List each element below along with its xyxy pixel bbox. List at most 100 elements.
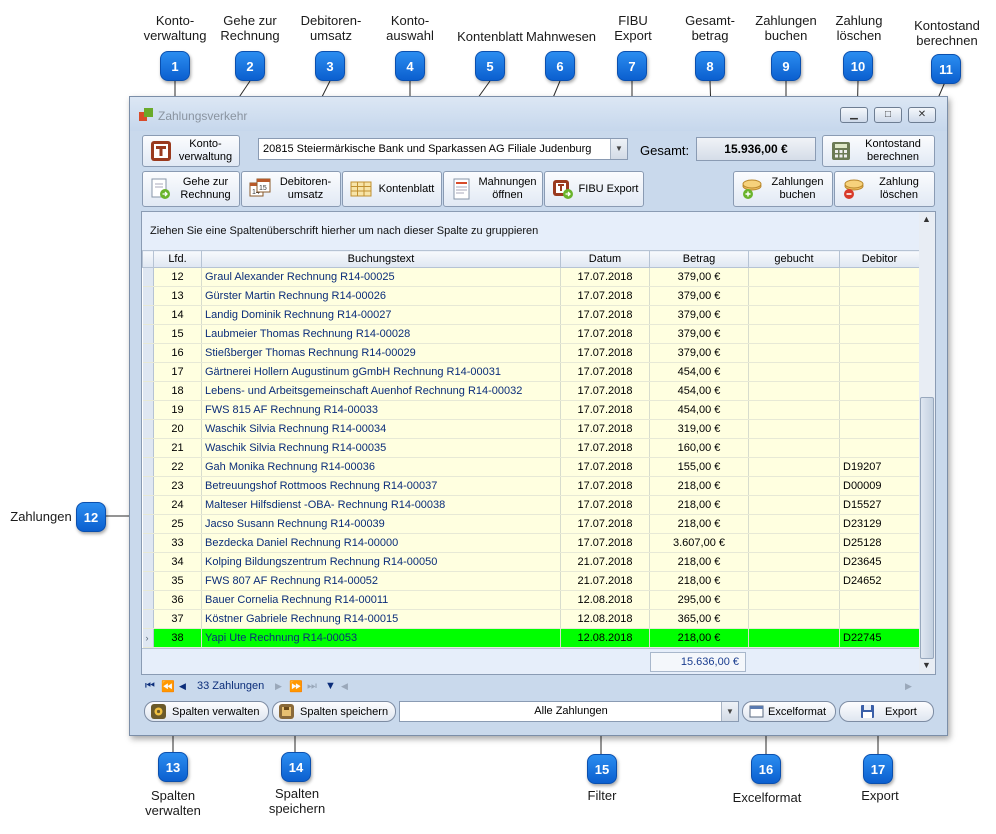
table-row[interactable]: 22 Gah Monika Rechnung R14-00036 17.07.201… bbox=[142, 457, 920, 477]
last-record-icon[interactable]: ⏭ bbox=[307, 680, 317, 693]
table-row[interactable]: 35 FWS 807 AF Rechnung R14-00052 21.07.201… bbox=[142, 571, 920, 591]
cell-buchungstext: Graul Alexander Rechnung R14-00025 bbox=[201, 267, 561, 287]
cell-debitor: D22745 bbox=[839, 628, 920, 648]
table-row[interactable]: 18 Lebens- und Arbeitsgemeinschaft Auenho… bbox=[142, 381, 920, 401]
cell-debitor: D24652 bbox=[839, 571, 920, 591]
table-row[interactable]: 17 Gärtnerei Hollern Augustinum gGmbH Rec… bbox=[142, 362, 920, 382]
cell-betrag: 454,00 € bbox=[649, 362, 749, 382]
column-header-datum[interactable]: Datum bbox=[560, 250, 650, 268]
first-record-icon[interactable]: ⏮ bbox=[145, 680, 155, 693]
column-header-betrag[interactable]: Betrag bbox=[649, 250, 749, 268]
spalten-speichern-button[interactable]: Spalten speichern bbox=[272, 701, 396, 722]
cell-gebucht bbox=[748, 305, 840, 325]
kontostand-label: Kontostand berechnen bbox=[865, 138, 921, 163]
table-row[interactable]: 13 Gürster Martin Rechnung R14-00026 17.07… bbox=[142, 286, 920, 306]
callout-label-1: Konto- verwaltung bbox=[143, 13, 207, 43]
column-header-gebucht[interactable]: gebucht bbox=[748, 250, 840, 268]
zahlung-loeschen-button[interactable]: Zahlung löschen bbox=[834, 171, 935, 207]
table-row[interactable]: 24 Malteser Hilfsdienst -OBA- Rechnung R1… bbox=[142, 495, 920, 515]
table-row[interactable]: 34 Kolping Bildungszentrum Rechnung R14-0… bbox=[142, 552, 920, 572]
excelformat-button[interactable]: Excelformat bbox=[742, 701, 836, 722]
spalten-speichern-label: Spalten speichern bbox=[300, 705, 389, 718]
cell-datum: 17.07.2018 bbox=[560, 476, 650, 496]
table-row[interactable]: 37 Köstner Gabriele Rechnung R14-00015 12.… bbox=[142, 609, 920, 629]
cell-buchungstext: Jacso Susann Rechnung R14-00039 bbox=[201, 514, 561, 534]
close-button[interactable]: ✕ bbox=[908, 107, 936, 123]
column-header-debitor[interactable]: Debitor bbox=[839, 250, 920, 268]
minimize-button[interactable]: ▁ bbox=[840, 107, 868, 123]
cell-datum: 17.07.2018 bbox=[560, 305, 650, 325]
cell-buchungstext: Malteser Hilfsdienst -OBA- Rechnung R14-… bbox=[201, 495, 561, 515]
table-header-row: Lfd. Buchungstext Datum Betrag gebucht D… bbox=[142, 250, 920, 268]
callout-badge-1: 1 bbox=[160, 51, 190, 81]
table-row[interactable]: › 38 Yapi Ute Rechnung R14-00053 12.08.2018… bbox=[142, 628, 920, 648]
column-header-lfd[interactable]: Lfd. bbox=[153, 250, 202, 268]
maximize-button[interactable]: □ bbox=[874, 107, 902, 123]
spalten-verwalten-button[interactable]: Spalten verwalten bbox=[144, 701, 269, 722]
hscroll-left-icon[interactable]: ◀ bbox=[341, 681, 348, 692]
cell-datum: 17.07.2018 bbox=[560, 533, 650, 553]
row-indicator bbox=[142, 590, 154, 610]
cell-buchungstext: Waschik Silvia Rechnung R14-00035 bbox=[201, 438, 561, 458]
export-button[interactable]: Export bbox=[839, 701, 934, 722]
konto-select[interactable]: 20815 Steiermärkische Bank und Sparkasse… bbox=[258, 138, 628, 160]
row-indicator bbox=[142, 552, 154, 572]
table-row[interactable]: 21 Waschik Silvia Rechnung R14-00035 17.07… bbox=[142, 438, 920, 458]
zahlungen-table: Lfd. Buchungstext Datum Betrag gebucht D… bbox=[142, 250, 920, 648]
kontoverwaltung-button[interactable]: Konto- verwaltung bbox=[142, 135, 240, 167]
cell-lfd: 34 bbox=[153, 552, 202, 572]
callout-badge-11: 11 bbox=[931, 54, 961, 84]
table-row[interactable]: 12 Graul Alexander Rechnung R14-00025 17.0… bbox=[142, 267, 920, 287]
callout-badge-16: 16 bbox=[751, 754, 781, 784]
cell-lfd: 12 bbox=[153, 267, 202, 287]
row-indicator bbox=[142, 419, 154, 439]
group-by-area[interactable]: Ziehen Sie eine Spaltenüberschrift hierh… bbox=[142, 212, 919, 250]
scroll-up-icon[interactable]: ▲ bbox=[922, 214, 931, 224]
cell-gebucht bbox=[748, 628, 840, 648]
table-row[interactable]: 15 Laubmeier Thomas Rechnung R14-00028 17.… bbox=[142, 324, 920, 344]
next-record-icon[interactable]: ▶ bbox=[275, 681, 282, 692]
kontenblatt-button[interactable]: Kontenblatt bbox=[342, 171, 442, 207]
filter-select[interactable]: Alle Zahlungen ▼ bbox=[399, 701, 739, 722]
prev-page-icon[interactable]: ⏪ bbox=[161, 680, 175, 693]
kontostand-berechnen-button[interactable]: Kontostand berechnen bbox=[822, 135, 935, 167]
title-bar[interactable]: Zahlungsverkehr ▁ □ ✕ bbox=[130, 97, 947, 131]
row-indicator bbox=[142, 343, 154, 363]
vertical-scrollbar[interactable]: ▲ ▼ bbox=[919, 212, 935, 674]
dropdown-arrow-icon[interactable]: ▼ bbox=[610, 139, 627, 159]
debitorenumsatz-button[interactable]: 14 15 Debitoren- umsatz bbox=[241, 171, 341, 207]
cell-gebucht bbox=[748, 400, 840, 420]
table-row[interactable]: 36 Bauer Cornelia Rechnung R14-00011 12.08… bbox=[142, 590, 920, 610]
cell-datum: 21.07.2018 bbox=[560, 552, 650, 572]
fibu-export-button[interactable]: FIBU Export bbox=[544, 171, 644, 207]
column-header-buchungstext[interactable]: Buchungstext bbox=[201, 250, 561, 268]
table-row[interactable]: 19 FWS 815 AF Rechnung R14-00033 17.07.201… bbox=[142, 400, 920, 420]
scrollbar-thumb[interactable] bbox=[920, 397, 934, 659]
table-row[interactable]: 16 Stießberger Thomas Rechnung R14-00029 1… bbox=[142, 343, 920, 363]
cell-lfd: 19 bbox=[153, 400, 202, 420]
table-row[interactable]: 23 Betreuungshof Rottmoos Rechnung R14-00… bbox=[142, 476, 920, 496]
scroll-down-icon[interactable]: ▼ bbox=[922, 660, 931, 670]
prev-record-icon[interactable]: ◀ bbox=[179, 681, 186, 692]
table-row[interactable]: 33 Bezdecka Daniel Rechnung R14-00000 17.0… bbox=[142, 533, 920, 553]
callout-badge-4: 4 bbox=[395, 51, 425, 81]
gehe-zur-rechnung-button[interactable]: Gehe zur Rechnung bbox=[142, 171, 240, 207]
mahnungen-oeffnen-button[interactable]: Mahnungen öffnen bbox=[443, 171, 543, 207]
filter-dropdown-arrow-icon[interactable]: ▼ bbox=[721, 702, 738, 721]
table-row[interactable]: 25 Jacso Susann Rechnung R14-00039 17.07.2… bbox=[142, 514, 920, 534]
cell-betrag: 454,00 € bbox=[649, 400, 749, 420]
cell-buchungstext: Gah Monika Rechnung R14-00036 bbox=[201, 457, 561, 477]
floppy-disk-icon bbox=[860, 704, 875, 719]
table-row[interactable]: 14 Landig Dominik Rechnung R14-00027 17.07… bbox=[142, 305, 920, 325]
next-page-icon[interactable]: ⏩ bbox=[289, 680, 303, 693]
filter-icon[interactable]: ▼ bbox=[325, 680, 336, 692]
table-row[interactable]: 20 Waschik Silvia Rechnung R14-00034 17.07… bbox=[142, 419, 920, 439]
hscroll-right-icon[interactable]: ▶ bbox=[905, 681, 912, 692]
zahlungen-buchen-button[interactable]: Zahlungen buchen bbox=[733, 171, 833, 207]
cell-gebucht bbox=[748, 571, 840, 591]
cell-buchungstext: Laubmeier Thomas Rechnung R14-00028 bbox=[201, 324, 561, 344]
cell-debitor: D00009 bbox=[839, 476, 920, 496]
record-navigator: ⏮ ⏪ ◀ 33 Zahlungen ▶ ⏩ ⏭ ▼ ◀ ▶ bbox=[141, 677, 936, 697]
konto-select-value: 20815 Steiermärkische Bank und Sparkasse… bbox=[263, 143, 592, 155]
cell-datum: 17.07.2018 bbox=[560, 438, 650, 458]
